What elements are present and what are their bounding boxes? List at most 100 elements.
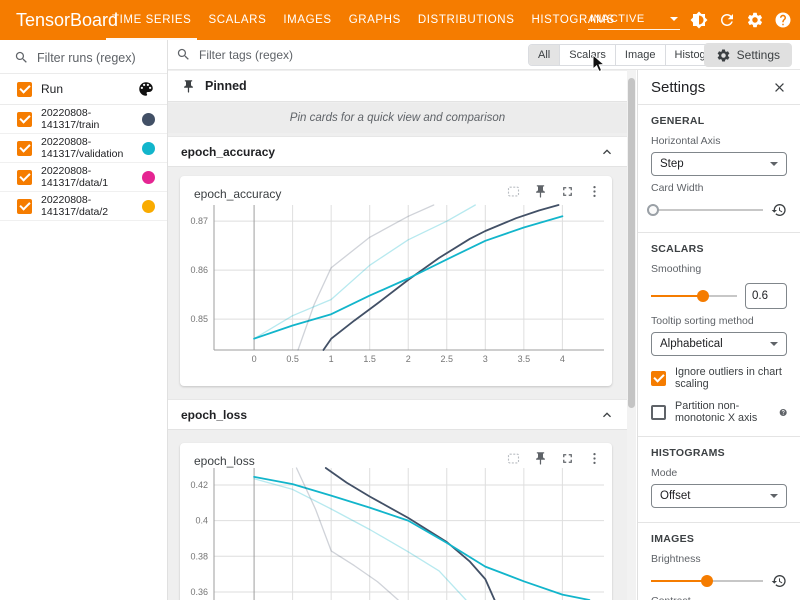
main-nav: TIME SERIES SCALARS IMAGES GRAPHS DISTRI… (104, 0, 624, 40)
close-icon[interactable] (772, 80, 787, 95)
vertical-scrollbar[interactable] (627, 70, 636, 600)
run-checkbox[interactable] (17, 141, 32, 156)
help-icon[interactable] (774, 11, 792, 29)
reset-icon[interactable] (771, 202, 787, 218)
help-icon[interactable] (779, 406, 787, 419)
app-header: TensorBoard TIME SERIES SCALARS IMAGES G… (0, 0, 800, 40)
run-checkbox[interactable] (17, 199, 32, 214)
run-color-dot[interactable] (142, 171, 155, 184)
tooltip-sorting-select[interactable]: Alphabetical (651, 332, 787, 356)
svg-text:0.85: 0.85 (190, 314, 208, 324)
app-title: TensorBoard (0, 0, 104, 40)
svg-text:0.42: 0.42 (190, 480, 208, 490)
chevron-up-icon[interactable] (599, 144, 615, 160)
search-icon (14, 50, 29, 65)
svg-text:0.5: 0.5 (286, 354, 299, 364)
run-list-header: Run (0, 74, 167, 104)
pin-card-icon[interactable] (533, 184, 548, 199)
partition-x-axis-checkbox[interactable] (651, 405, 666, 420)
slider-handle[interactable] (697, 290, 709, 302)
svg-text:1: 1 (329, 354, 334, 364)
filter-scalars-button[interactable]: Scalars (560, 45, 616, 65)
run-row-data-2[interactable]: 20220808-141317/data/2 (0, 192, 167, 221)
more-options-icon[interactable] (587, 184, 602, 199)
epoch-accuracy-card: epoch_accuracy 0.850.860.8700.511.522.53… (180, 176, 612, 386)
svg-text:2.5: 2.5 (441, 354, 454, 364)
epoch-loss-card: epoch_loss 0.420.40.380.36 (180, 443, 612, 600)
run-color-dot[interactable] (142, 113, 155, 126)
gear-icon (716, 48, 731, 63)
chevron-down-icon (670, 17, 678, 21)
tab-time-series[interactable]: TIME SERIES (104, 0, 199, 40)
smoothing-value-input[interactable] (745, 283, 787, 309)
gear-icon[interactable] (746, 11, 764, 29)
svg-text:0.36: 0.36 (190, 587, 208, 597)
ignore-outliers-checkbox[interactable] (651, 371, 666, 386)
settings-button[interactable]: Settings (704, 43, 792, 67)
tab-scalars[interactable]: SCALARS (200, 0, 274, 40)
search-icon (176, 47, 191, 62)
smoothing-slider[interactable] (651, 289, 737, 303)
select-all-runs-checkbox[interactable] (17, 82, 32, 97)
filter-runs-input[interactable] (37, 51, 155, 65)
settings-group-general: GENERAL Horizontal Axis Step Card Width (638, 105, 800, 232)
section-header-epoch-loss[interactable]: epoch_loss (168, 399, 627, 430)
partition-x-axis-row[interactable]: Partition non-monotonic X axis (651, 400, 787, 424)
palette-icon[interactable] (137, 80, 155, 98)
settings-panel: Settings GENERAL Horizontal Axis Step Ca… (637, 70, 800, 600)
tags-toolbar: All Scalars Image Histogram Settings (168, 40, 800, 70)
refresh-icon[interactable] (718, 11, 736, 29)
svg-text:0.87: 0.87 (190, 216, 208, 226)
tensorboard-app: TensorBoard TIME SERIES SCALARS IMAGES G… (0, 0, 800, 600)
svg-text:0.4: 0.4 (195, 516, 208, 526)
svg-text:1.5: 1.5 (363, 354, 376, 364)
run-color-dot[interactable] (142, 142, 155, 155)
chevron-down-icon (770, 494, 778, 498)
header-actions: INACTIVE (588, 0, 792, 40)
run-row-data-1[interactable]: 20220808-141317/data/1 (0, 163, 167, 192)
card-width-slider[interactable] (651, 203, 763, 217)
reset-icon[interactable] (771, 573, 787, 589)
svg-text:0: 0 (252, 354, 257, 364)
run-color-dot[interactable] (142, 200, 155, 213)
histogram-mode-select[interactable]: Offset (651, 484, 787, 508)
settings-group-histograms: HISTOGRAMS Mode Offset (638, 437, 800, 522)
svg-text:4: 4 (560, 354, 565, 364)
svg-text:3.5: 3.5 (518, 354, 531, 364)
pinned-section-header[interactable]: Pinned (168, 71, 627, 102)
reload-status-select[interactable]: INACTIVE (588, 11, 680, 30)
scrollbar-thumb[interactable] (628, 78, 635, 408)
tab-distributions[interactable]: DISTRIBUTIONS (410, 0, 523, 40)
filter-image-button[interactable]: Image (616, 45, 666, 65)
svg-text:3: 3 (483, 354, 488, 364)
slider-handle[interactable] (647, 204, 659, 216)
brightness-icon[interactable] (690, 11, 708, 29)
filter-tags-input[interactable] (199, 48, 499, 62)
chevron-down-icon (770, 342, 778, 346)
settings-group-images: IMAGES Brightness Contrast Show actual i… (638, 523, 800, 600)
run-row-train[interactable]: 20220808-141317/train (0, 105, 167, 134)
fit-domain-icon[interactable] (506, 184, 521, 199)
epoch-loss-chart[interactable]: 0.42 0.4 0.38 0.36 (184, 461, 610, 600)
epoch-accuracy-chart[interactable]: 0.85 0.86 0.87 0 0.5 1 1.5 2 2.5 3 3.5 4 (184, 198, 610, 366)
horizontal-axis-select[interactable]: Step (651, 152, 787, 176)
brightness-slider[interactable] (651, 574, 763, 588)
settings-panel-title: Settings (651, 79, 705, 96)
pinned-empty-message: Pin cards for a quick view and compariso… (168, 103, 627, 133)
pin-icon (181, 79, 196, 94)
tab-graphs[interactable]: GRAPHS (341, 0, 409, 40)
chevron-up-icon[interactable] (599, 407, 615, 423)
ignore-outliers-row[interactable]: Ignore outliers in chart scaling (651, 366, 787, 390)
svg-text:0.86: 0.86 (190, 265, 208, 275)
run-checkbox[interactable] (17, 112, 32, 127)
svg-text:2: 2 (406, 354, 411, 364)
section-header-epoch-accuracy[interactable]: epoch_accuracy (168, 136, 627, 167)
run-checkbox[interactable] (17, 170, 32, 185)
settings-group-scalars: SCALARS Smoothing Tooltip sorting method… (638, 233, 800, 436)
filter-all-button[interactable]: All (529, 45, 560, 65)
svg-text:0.38: 0.38 (190, 551, 208, 561)
run-row-validation[interactable]: 20220808-141317/validation (0, 134, 167, 163)
fullscreen-icon[interactable] (560, 184, 575, 199)
slider-handle[interactable] (701, 575, 713, 587)
tab-images[interactable]: IMAGES (275, 0, 339, 40)
